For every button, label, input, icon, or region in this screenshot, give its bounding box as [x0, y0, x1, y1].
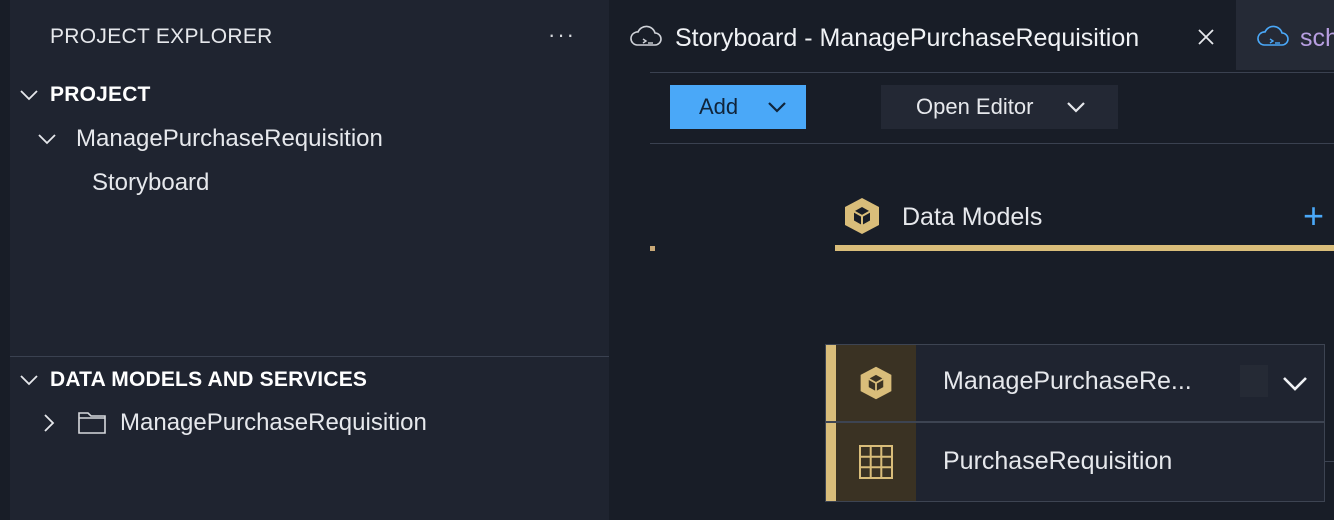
tree-item-data-manage-purchase-requisition[interactable]: ManagePurchaseRequisition: [120, 409, 427, 437]
card-label: ManagePurchaseRe...: [943, 367, 1192, 395]
canvas-marker: [650, 246, 655, 251]
project-section-title[interactable]: PROJECT: [50, 83, 151, 107]
open-editor-button[interactable]: Open Editor: [881, 85, 1118, 129]
cube-icon: [836, 345, 916, 421]
project-explorer-panel: [0, 0, 609, 520]
activity-bar-edge: [0, 0, 10, 520]
explorer-title: PROJECT EXPLORER: [50, 25, 273, 48]
tree-item-storyboard[interactable]: Storyboard: [92, 169, 209, 197]
data-models-title: Data Models: [902, 203, 1043, 231]
cloud-icon: [629, 25, 663, 56]
add-button-label: Add: [699, 94, 739, 119]
connector-line: [1324, 461, 1334, 462]
chevron-down-icon[interactable]: [36, 128, 58, 155]
chevron-right-icon[interactable]: [38, 412, 60, 439]
plus-icon[interactable]: +: [1303, 198, 1324, 234]
open-editor-label: Open Editor: [916, 94, 1034, 119]
tab-label[interactable]: sch: [1300, 24, 1334, 53]
close-icon[interactable]: [1196, 27, 1216, 52]
chevron-down-icon: [766, 96, 788, 118]
chevron-down-icon[interactable]: [18, 84, 40, 111]
table-grid-icon: [836, 423, 916, 501]
add-button[interactable]: Add: [670, 85, 806, 129]
card-accent-strip: [826, 345, 836, 421]
divider: [650, 143, 1334, 144]
cloud-icon: [1256, 25, 1290, 56]
cube-icon: [841, 195, 883, 242]
entity-card[interactable]: PurchaseRequisition: [825, 422, 1325, 502]
tab-label[interactable]: Storyboard - ManagePurchaseRequisition: [675, 24, 1139, 53]
data-model-card[interactable]: ManagePurchaseRe...: [825, 344, 1325, 422]
chevron-down-icon[interactable]: [1280, 370, 1310, 401]
section-underline: [835, 245, 1334, 251]
folder-icon: [77, 409, 107, 440]
card-accent-strip: [826, 423, 836, 501]
chevron-down-icon: [1065, 96, 1087, 118]
card-label: PurchaseRequisition: [943, 447, 1173, 475]
data-models-services-section-title[interactable]: DATA MODELS AND SERVICES: [50, 368, 367, 392]
section-divider: [10, 356, 609, 357]
chevron-down-icon[interactable]: [18, 369, 40, 396]
divider: [650, 72, 1334, 73]
ellipsis-icon[interactable]: ···: [548, 22, 576, 48]
card-expand-area[interactable]: [1240, 365, 1268, 397]
tree-item-manage-purchase-requisition[interactable]: ManagePurchaseRequisition: [76, 125, 383, 153]
